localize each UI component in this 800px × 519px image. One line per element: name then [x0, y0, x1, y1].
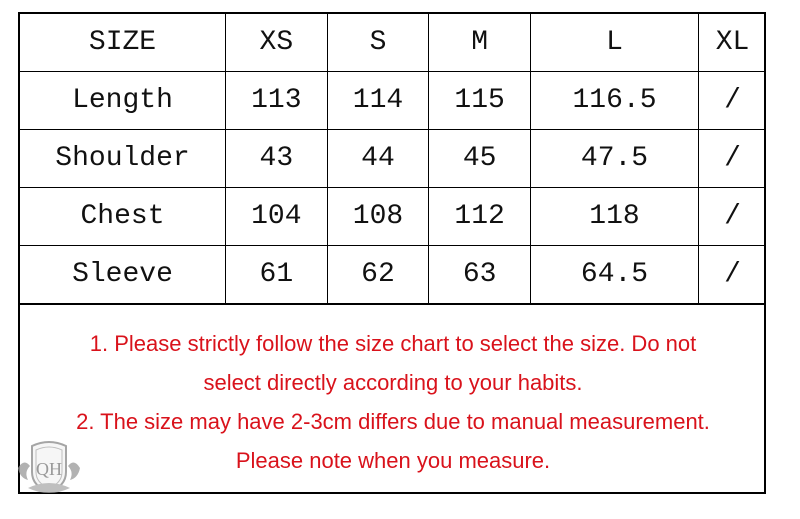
cell: 64.5 [529, 245, 700, 305]
cell: 112 [428, 187, 531, 246]
cell: 114 [326, 71, 430, 130]
cell: 43 [225, 129, 328, 188]
size-notes: 1. Please strictly follow the size chart… [20, 310, 766, 480]
size-chart: SIZE XS S M L XL Length 113 114 115 116.… [18, 12, 766, 494]
cell: 115 [428, 71, 531, 130]
header-cell: S [326, 14, 430, 72]
header-row: SIZE XS S M L XL [20, 14, 766, 72]
header-cell: SIZE [20, 14, 226, 72]
cell: 45 [428, 129, 531, 188]
cell: / [698, 187, 766, 246]
note-line: 2. The size may have 2-3cm differs due t… [76, 409, 710, 434]
cell: / [698, 129, 766, 188]
table-row: Shoulder 43 44 45 47.5 / [20, 129, 766, 188]
note-line: Please note when you measure. [235, 448, 551, 473]
header-cell: M [428, 14, 531, 72]
header-cell: L [529, 14, 700, 72]
cell: / [698, 71, 766, 130]
cell: / [698, 245, 766, 305]
cell: 118 [529, 187, 700, 246]
cell: 108 [326, 187, 430, 246]
note-line: select directly according to your habits… [203, 370, 583, 395]
size-table: SIZE XS S M L XL Length 113 114 115 116.… [20, 14, 766, 305]
cell: 47.5 [529, 129, 700, 188]
cell: 113 [225, 71, 328, 130]
svg-text:QH: QH [36, 459, 62, 479]
row-label: Sleeve [20, 245, 226, 305]
cell: 63 [428, 245, 531, 305]
cell: 61 [225, 245, 328, 305]
header-cell: XS [225, 14, 328, 72]
cell: 104 [225, 187, 328, 246]
table-row: Length 113 114 115 116.5 / [20, 71, 766, 130]
row-label: Chest [20, 187, 226, 246]
row-label: Length [20, 71, 226, 130]
cell: 44 [326, 129, 430, 188]
brand-logo-icon: QH [18, 441, 80, 494]
cell: 62 [326, 245, 430, 305]
cell: 116.5 [529, 71, 700, 130]
table-row: Chest 104 108 112 118 / [20, 187, 766, 246]
table-row: Sleeve 61 62 63 64.5 / [20, 245, 766, 305]
row-label: Shoulder [20, 129, 226, 188]
note-line: 1. Please strictly follow the size chart… [89, 331, 697, 356]
header-cell: XL [698, 14, 766, 72]
